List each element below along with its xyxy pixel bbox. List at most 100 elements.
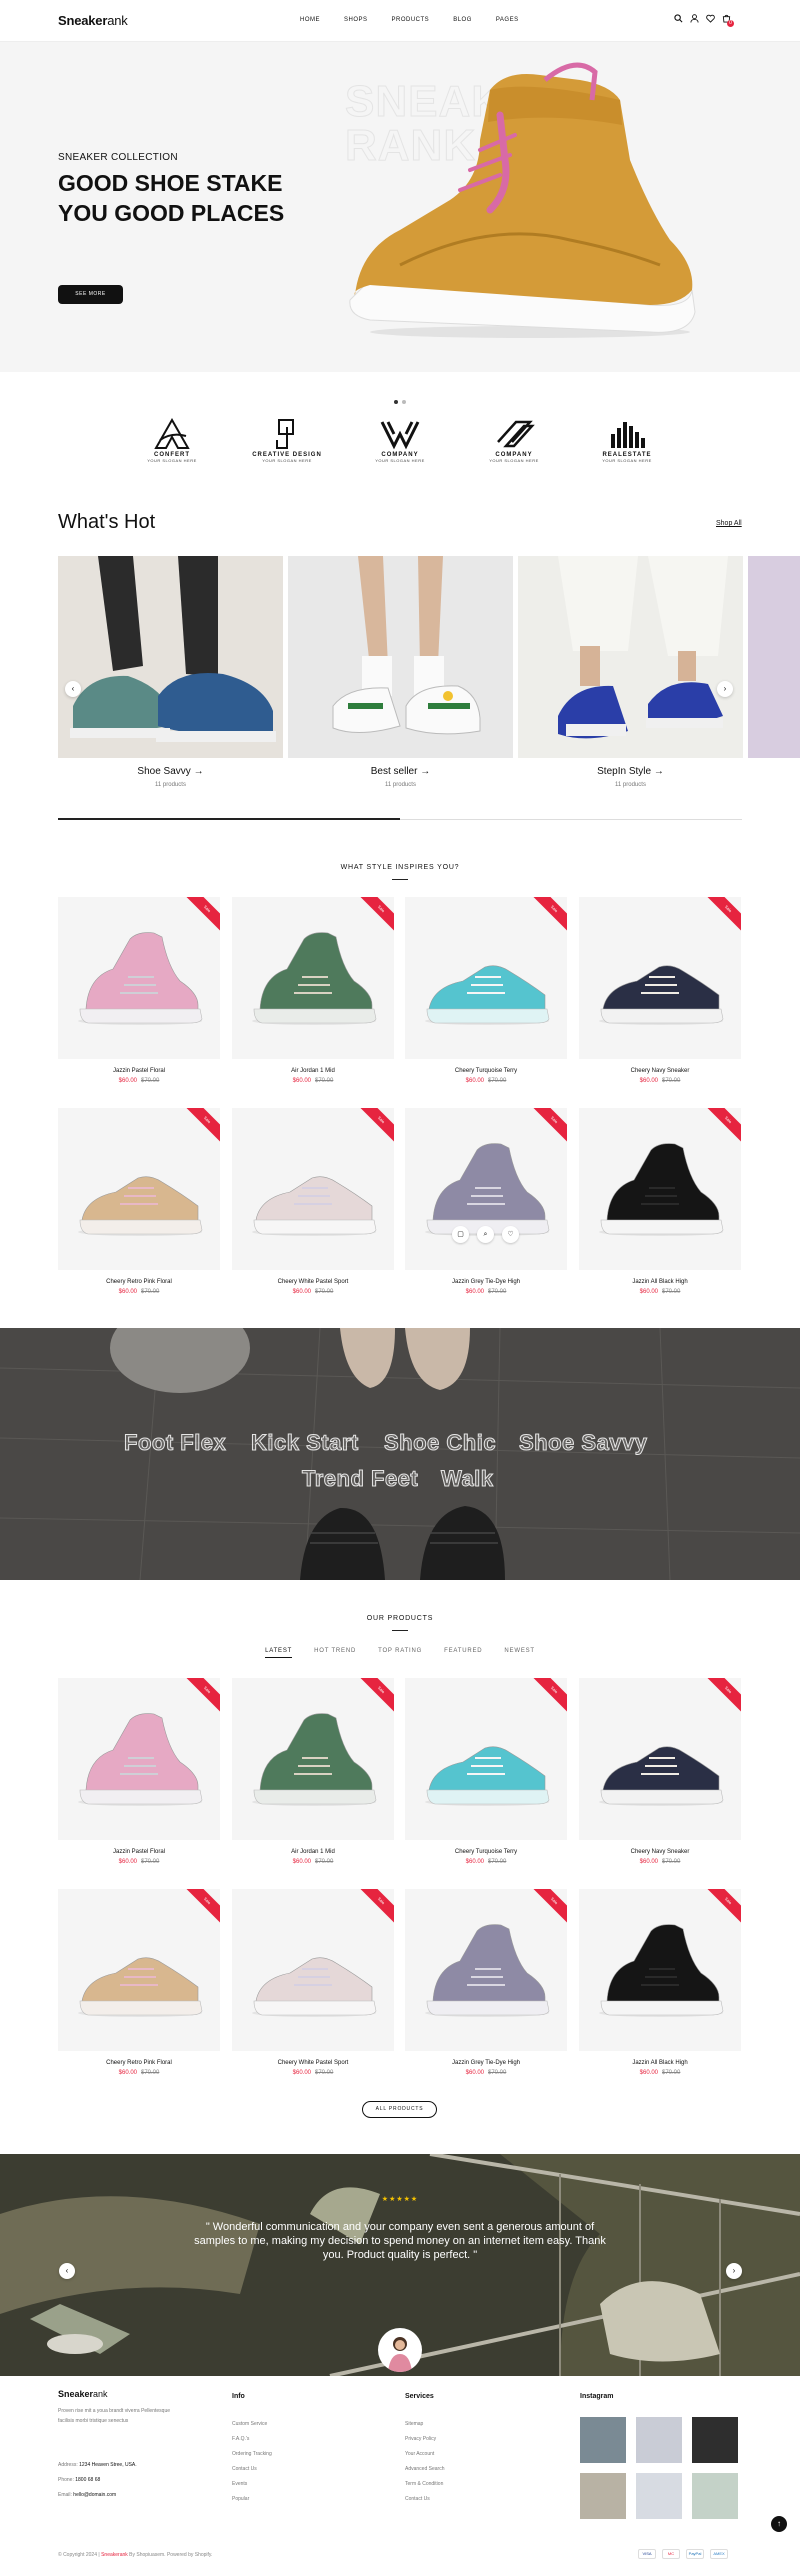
product-card[interactable]: Sale Jazzin All Black High $60.00 $70.00 <box>579 1108 741 1295</box>
brand-logo-creative-design[interactable]: CREATIVE DESIGN YOUR SLOGAN HERE <box>242 418 332 478</box>
tab-hot-trend[interactable]: HOT TREND <box>314 1648 356 1658</box>
product-card[interactable]: Sale Air Jordan 1 Mid $60.00 $70.00 <box>232 897 394 1084</box>
hot-card-label[interactable]: Best seller → <box>288 766 513 777</box>
footer-info-link[interactable]: Custom Service <box>232 2417 267 2432</box>
nav-pages[interactable]: PAGES <box>496 17 519 23</box>
product-image[interactable]: Sale <box>232 1678 394 1840</box>
instagram-photo[interactable] <box>580 2473 626 2519</box>
tab-latest[interactable]: LATEST <box>265 1648 293 1658</box>
product-image[interactable]: Sale <box>579 1889 741 2051</box>
instagram-photo[interactable] <box>692 2417 738 2463</box>
heart-icon[interactable] <box>705 14 715 26</box>
product-card[interactable]: Sale Jazzin Grey Tie-Dye High $60.00 $70.00 <box>405 1889 567 2076</box>
product-name[interactable]: Cheery Turquoise Terry <box>405 1849 567 1855</box>
see-more-button[interactable]: SEE MORE <box>58 285 123 304</box>
instagram-photo[interactable] <box>636 2473 682 2519</box>
product-name[interactable]: Cheery White Pastel Sport <box>232 1279 394 1285</box>
product-card[interactable]: Sale Jazzin Pastel Floral $60.00 $70.00 <box>58 1678 220 1865</box>
product-card[interactable]: Sale Air Jordan 1 Mid $60.00 $70.00 <box>232 1678 394 1865</box>
cart-icon[interactable]: ▢ <box>452 1226 469 1243</box>
product-name[interactable]: Jazzin All Black High <box>579 2060 741 2066</box>
product-name[interactable]: Cheery Retro Pink Floral <box>58 2060 220 2066</box>
product-image[interactable]: Sale <box>58 1889 220 2051</box>
product-card[interactable]: Sale Cheery Navy Sneaker $60.00 $70.00 <box>579 897 741 1084</box>
brand-logo-company-2[interactable]: COMPANY YOUR SLOGAN HERE <box>469 418 559 478</box>
tab-featured[interactable]: FEATURED <box>444 1648 482 1658</box>
product-name[interactable]: Jazzin All Black High <box>579 1279 741 1285</box>
footer-logo[interactable]: Sneakerank <box>58 2389 108 2399</box>
product-image[interactable]: Sale <box>58 1678 220 1840</box>
product-name[interactable]: Air Jordan 1 Mid <box>232 1068 394 1074</box>
product-name[interactable]: Cheery Retro Pink Floral <box>58 1279 220 1285</box>
product-name[interactable]: Cheery Navy Sneaker <box>579 1068 741 1074</box>
back-to-top-button[interactable]: ↑ <box>771 2516 787 2532</box>
product-card[interactable]: Sale Cheery Turquoise Terry $60.00 $70.00 <box>405 1678 567 1865</box>
product-image[interactable]: Sale <box>405 1889 567 2051</box>
product-image[interactable]: Sale <box>579 897 741 1059</box>
brand-logo-company-1[interactable]: COMPANY YOUR SLOGAN HERE <box>355 418 445 478</box>
product-card[interactable]: Sale Cheery White Pastel Sport $60.00 $70.0… <box>232 1108 394 1295</box>
hot-card-partial[interactable] <box>748 556 800 758</box>
instagram-photo[interactable] <box>580 2417 626 2463</box>
footer-info-link[interactable]: Ordering Tracking <box>232 2447 272 2462</box>
product-image[interactable]: Sale <box>232 1108 394 1270</box>
product-name[interactable]: Air Jordan 1 Mid <box>232 1849 394 1855</box>
hot-prev-arrow[interactable]: ‹ <box>65 681 81 697</box>
footer-info-link[interactable]: Popular <box>232 2492 249 2507</box>
footer-services-link[interactable]: Your Account <box>405 2447 434 2462</box>
product-image[interactable]: Sale <box>405 897 567 1059</box>
instagram-photo[interactable] <box>636 2417 682 2463</box>
nav-products[interactable]: PRODUCTS <box>392 17 430 23</box>
hot-scrollbar[interactable] <box>58 818 742 820</box>
nav-blog[interactable]: BLOG <box>453 17 472 23</box>
footer-services-link[interactable]: Privacy Policy <box>405 2432 436 2447</box>
product-image[interactable]: Sale <box>579 1108 741 1270</box>
product-card[interactable]: Sale Jazzin All Black High $60.00 $70.00 <box>579 1889 741 2076</box>
search-icon[interactable]: ⌕ <box>477 1226 494 1243</box>
footer-info-link[interactable]: Contact Us <box>232 2462 257 2477</box>
nav-home[interactable]: HOME <box>300 17 320 23</box>
hot-next-arrow[interactable]: › <box>717 681 733 697</box>
product-card[interactable]: Sale Cheery Retro Pink Floral $60.00 $70.00 <box>58 1889 220 2076</box>
shop-all-link[interactable]: Shop All <box>716 520 742 527</box>
hot-card-stepin-style[interactable] <box>518 556 743 758</box>
hot-scrollbar-thumb[interactable] <box>58 818 400 820</box>
footer-services-link[interactable]: Advanced Search <box>405 2462 444 2477</box>
instagram-photo[interactable] <box>692 2473 738 2519</box>
tab-top-rating[interactable]: TOP RATING <box>378 1648 422 1658</box>
brand-logo-realestate[interactable]: REALESTATE YOUR SLOGAN HERE <box>582 418 672 478</box>
user-icon[interactable] <box>689 14 699 26</box>
brand-logo-confert[interactable]: CONFERT YOUR SLOGAN HERE <box>127 418 217 478</box>
product-card[interactable]: Sale Cheery Turquoise Terry $60.00 $70.00 <box>405 897 567 1084</box>
hot-card-label[interactable]: Shoe Savvy → <box>58 766 283 777</box>
product-image[interactable]: Sale ▢ ⌕ ♡ <box>405 1108 567 1270</box>
product-name[interactable]: Cheery White Pastel Sport <box>232 2060 394 2066</box>
product-image[interactable]: Sale <box>58 897 220 1059</box>
tab-newest[interactable]: NEWEST <box>504 1648 534 1658</box>
hot-card-label[interactable]: StepIn Style → <box>518 766 743 777</box>
product-image[interactable]: Sale <box>232 897 394 1059</box>
heart-icon[interactable]: ♡ <box>502 1226 519 1243</box>
hot-card-shoe-savvy[interactable] <box>58 556 283 758</box>
product-name[interactable]: Jazzin Grey Tie-Dye High <box>405 2060 567 2066</box>
testimonial-prev-arrow[interactable]: ‹ <box>59 2263 75 2279</box>
product-image[interactable]: Sale <box>58 1108 220 1270</box>
search-icon[interactable] <box>673 14 683 26</box>
nav-shops[interactable]: SHOPS <box>344 17 368 23</box>
footer-info-link[interactable]: Events <box>232 2477 247 2492</box>
footer-services-link[interactable]: Term & Condition <box>405 2477 443 2492</box>
product-image[interactable]: Sale <box>579 1678 741 1840</box>
product-name[interactable]: Cheery Turquoise Terry <box>405 1068 567 1074</box>
testimonial-next-arrow[interactable]: › <box>726 2263 742 2279</box>
product-card[interactable]: Sale Cheery Retro Pink Floral $60.00 $70.00 <box>58 1108 220 1295</box>
product-name[interactable]: Jazzin Grey Tie-Dye High <box>405 1279 567 1285</box>
hot-card-best-seller[interactable] <box>288 556 513 758</box>
product-name[interactable]: Jazzin Pastel Floral <box>58 1068 220 1074</box>
logo[interactable]: Sneakerank <box>58 13 128 28</box>
product-image[interactable]: Sale <box>232 1889 394 2051</box>
product-card[interactable]: Sale ▢ ⌕ ♡ Jazzin Grey Tie-Dye High $60.00 $70… <box>405 1108 567 1295</box>
product-image[interactable]: Sale <box>405 1678 567 1840</box>
footer-services-link[interactable]: Sitemap <box>405 2417 423 2432</box>
product-name[interactable]: Jazzin Pastel Floral <box>58 1849 220 1855</box>
product-card[interactable]: Sale Jazzin Pastel Floral $60.00 $70.00 <box>58 897 220 1084</box>
